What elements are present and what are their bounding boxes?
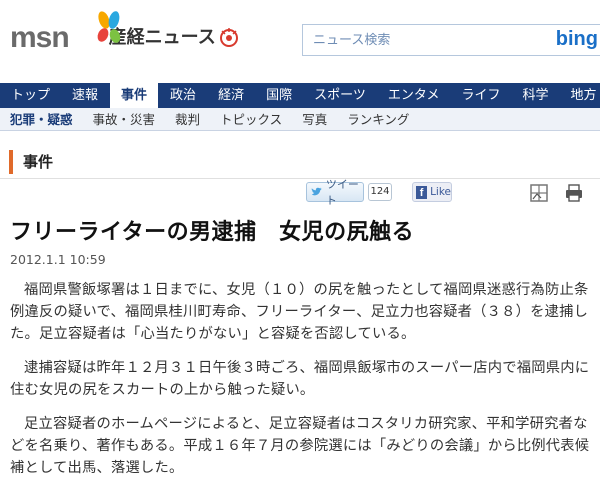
facebook-like-button[interactable]: f Like xyxy=(412,182,452,202)
subnav-item-photos[interactable]: 写真 xyxy=(302,108,327,130)
facebook-icon: f xyxy=(416,185,428,199)
nav-item-breaking[interactable]: 速報 xyxy=(61,83,109,108)
print-icon[interactable] xyxy=(563,182,585,204)
tweet-count: 124 xyxy=(368,183,392,201)
tweet-button[interactable]: ツイート xyxy=(306,178,364,207)
msn-butterfly-icon xyxy=(97,11,121,43)
sankei-globe-icon xyxy=(219,28,238,47)
nav-item-local[interactable]: 地方 xyxy=(560,83,600,108)
subnav-item-trials[interactable]: 裁判 xyxy=(175,108,200,130)
main-nav: トップ 速報 事件 政治 経済 国際 スポーツ エンタメ ライフ 科学 地方 xyxy=(0,83,600,108)
msn-wordmark: msn xyxy=(10,21,70,54)
article-paragraph: 逮捕容疑は昨年１２月３１日午後３時ごろ、福岡県飯塚市のスーパー店内で福岡県内に住… xyxy=(10,360,590,398)
like-label: Like xyxy=(430,186,451,198)
search-input[interactable] xyxy=(303,27,533,53)
nav-item-politics[interactable]: 政治 xyxy=(159,83,207,108)
nav-item-entertainment[interactable]: エンタメ xyxy=(377,83,451,108)
subnav-item-crime[interactable]: 犯罪・疑惑 xyxy=(10,108,73,130)
nav-item-science[interactable]: 科学 xyxy=(511,83,559,108)
header: msn 産経ニュース bing xyxy=(0,0,600,82)
nav-item-top[interactable]: トップ xyxy=(0,83,61,108)
nav-item-sports[interactable]: スポーツ xyxy=(303,83,377,108)
share-bar: ツイート 124 f Like xyxy=(0,178,600,207)
article-paragraph: 福岡県警飯塚署は１日までに、女児（１０）の尻を触ったとして福岡県迷惑行為防止条例… xyxy=(10,282,589,342)
nav-item-life[interactable]: ライフ xyxy=(450,83,511,108)
twitter-bird-icon xyxy=(311,187,322,196)
subnav-item-accidents[interactable]: 事故・災害 xyxy=(93,108,156,130)
subnav-item-topics[interactable]: トピックス xyxy=(220,108,282,130)
msn-logo[interactable]: msn 産経ニュース xyxy=(10,11,239,58)
bookmark-grid-icon[interactable] xyxy=(528,182,550,204)
article-datetime: 2012.1.1 10:59 xyxy=(10,252,106,267)
sub-nav: 犯罪・疑惑 事故・災害 裁判 トピックス 写真 ランキング xyxy=(0,108,600,131)
nav-item-incidents[interactable]: 事件 xyxy=(109,83,160,108)
search-box: bing xyxy=(302,24,600,56)
nav-item-economy[interactable]: 経済 xyxy=(207,83,255,108)
bing-search-button[interactable]: bing xyxy=(556,28,598,51)
site-title: 産経ニュース xyxy=(108,27,216,48)
tweet-label: ツイート xyxy=(325,178,359,207)
article-headline: フリーライターの男逮捕 女児の尻触る xyxy=(10,220,415,245)
article-paragraph: 足立容疑者のホームページによると、足立容疑者はコスタリカ研究家、平和学研究者など… xyxy=(10,416,590,476)
section-divider xyxy=(0,178,600,179)
nav-item-international[interactable]: 国際 xyxy=(255,83,303,108)
subnav-item-ranking[interactable]: ランキング xyxy=(347,108,409,130)
section-title: 事件 xyxy=(9,150,53,174)
